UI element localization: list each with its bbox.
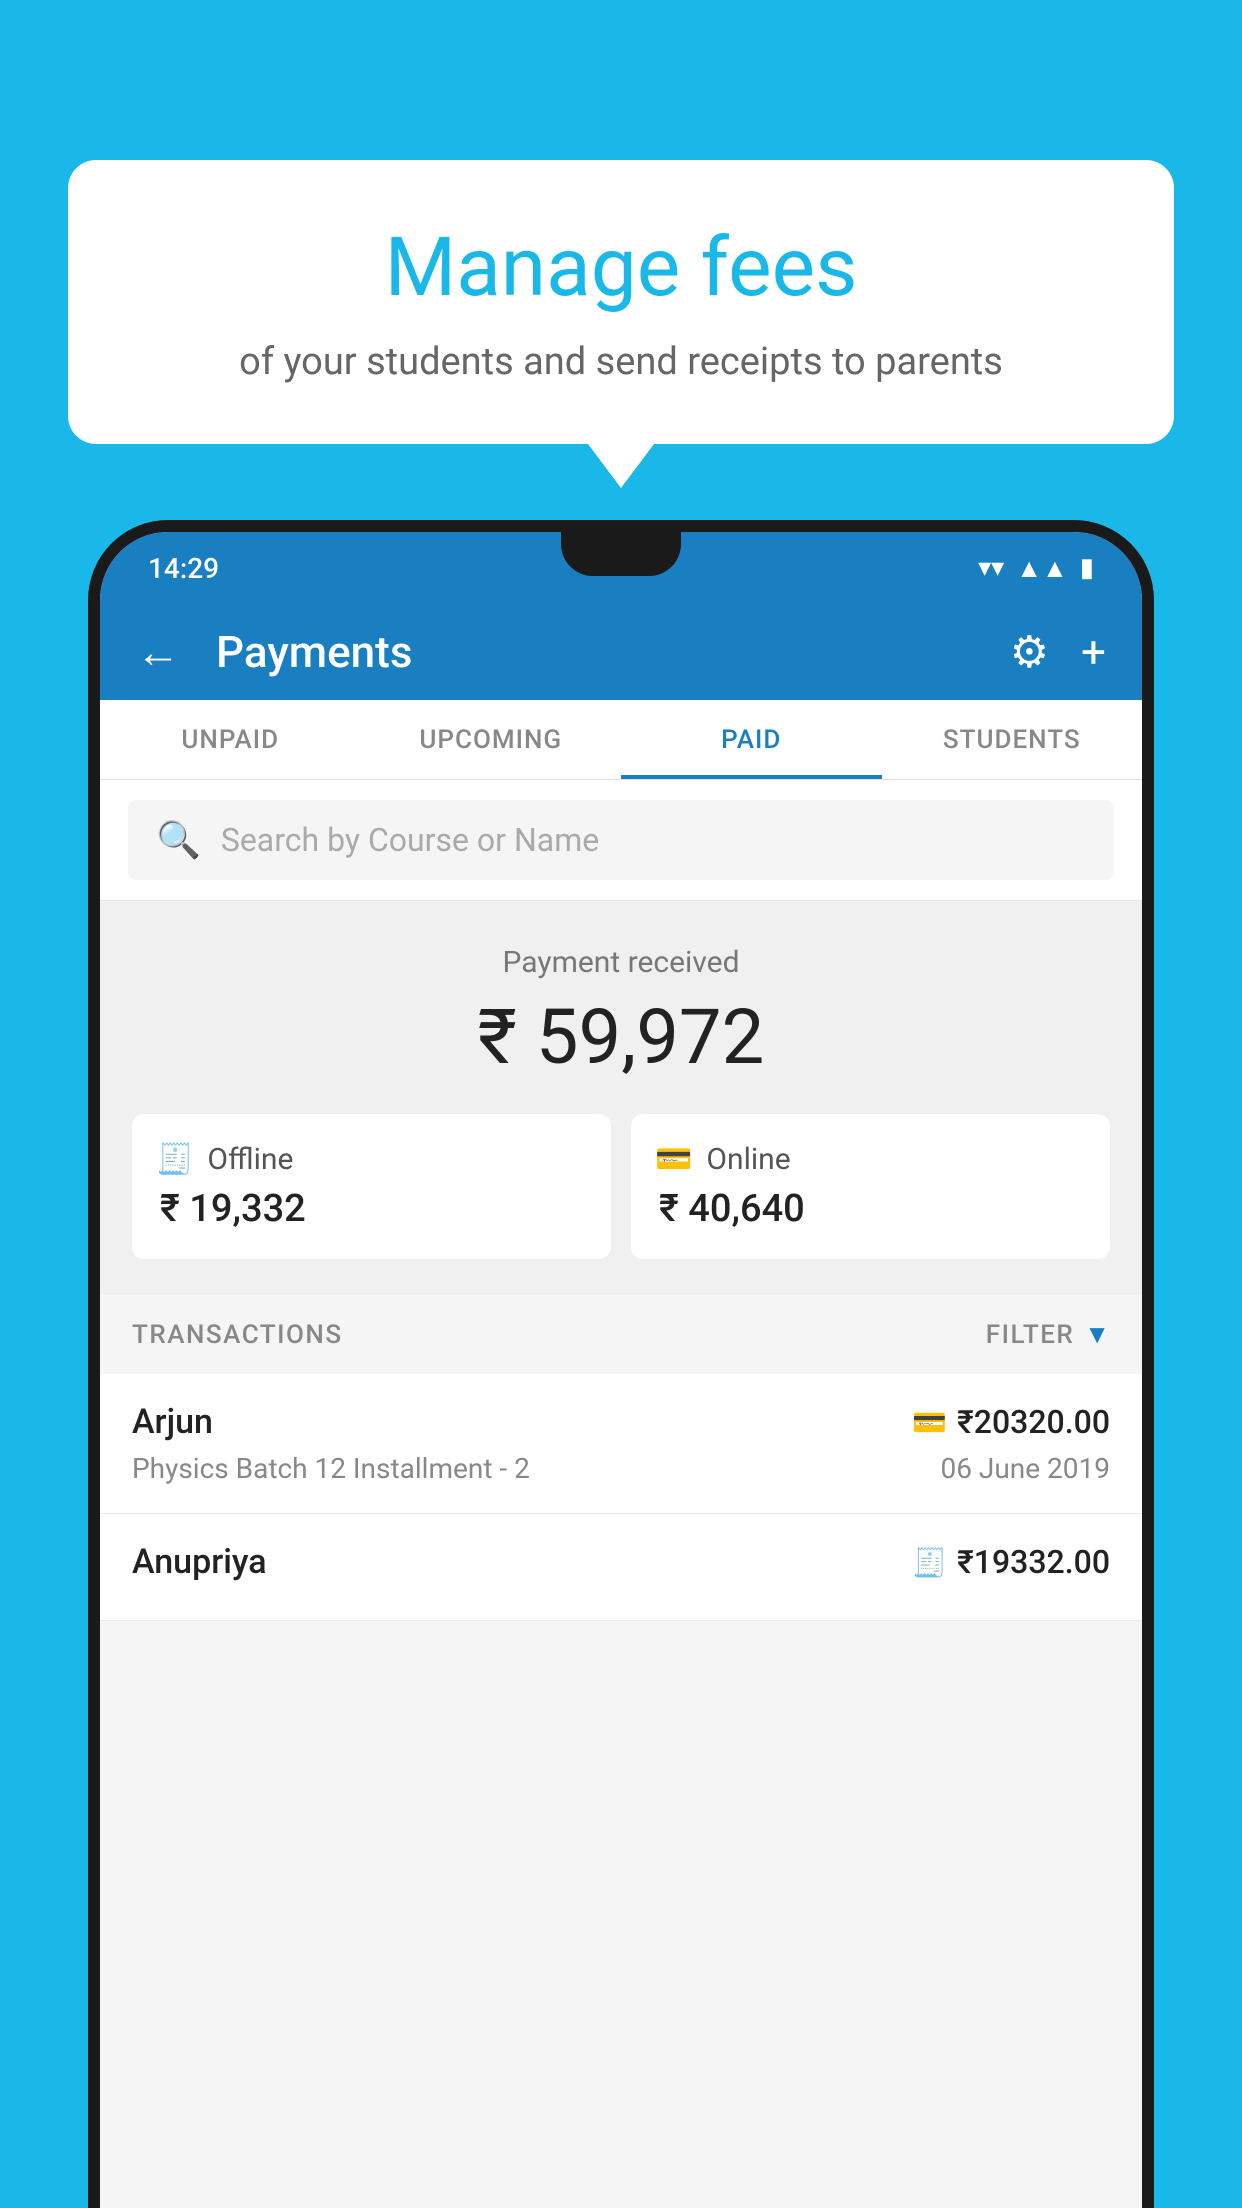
search-input[interactable]: Search by Course or Name <box>221 821 599 859</box>
filter-icon: ▼ <box>1084 1319 1110 1350</box>
offline-card: 🧾 Offline ₹ 19,332 <box>132 1114 611 1259</box>
top-bar-icons: ⚙ + <box>1010 626 1106 678</box>
payment-cards: 🧾 Offline ₹ 19,332 💳 Online ₹ 40,640 <box>132 1114 1110 1259</box>
online-amount: ₹ 40,640 <box>659 1187 1086 1231</box>
online-payment-icon: 💳 <box>912 1406 947 1439</box>
transaction-amount-area: 🧾 ₹19332.00 <box>912 1543 1110 1581</box>
transaction-name: Arjun <box>132 1402 213 1442</box>
tab-students[interactable]: STUDENTS <box>882 700 1143 779</box>
transaction-name: Anupriya <box>132 1542 267 1582</box>
transaction-row-bottom: Physics Batch 12 Installment - 2 06 June… <box>132 1452 1110 1485</box>
status-icons: ▾▾ ▲▲ ▮ <box>978 553 1094 584</box>
search-container: 🔍 Search by Course or Name <box>100 780 1142 901</box>
status-bar: 14:29 ▾▾ ▲▲ ▮ <box>100 532 1142 604</box>
add-icon[interactable]: + <box>1081 626 1106 678</box>
phone-frame: 14:29 ▾▾ ▲▲ ▮ ← Payments ⚙ + UNPAID UPCO… <box>88 520 1154 2208</box>
payment-summary: Payment received ₹ 59,972 🧾 Offline ₹ 19… <box>100 901 1142 1295</box>
tab-unpaid[interactable]: UNPAID <box>100 700 361 779</box>
transaction-amount: ₹20320.00 <box>957 1403 1110 1441</box>
offline-icon: 🧾 <box>156 1142 193 1177</box>
payment-total-amount: ₹ 59,972 <box>132 992 1110 1082</box>
offline-card-header: 🧾 Offline <box>156 1142 587 1177</box>
offline-label: Offline <box>207 1142 293 1177</box>
page-title: Payments <box>216 626 986 678</box>
transaction-amount: ₹19332.00 <box>957 1543 1110 1581</box>
transaction-row-top: Arjun 💳 ₹20320.00 <box>132 1402 1110 1442</box>
tabs: UNPAID UPCOMING PAID STUDENTS <box>100 700 1142 780</box>
tab-paid[interactable]: PAID <box>621 700 882 779</box>
search-icon: 🔍 <box>156 819 201 861</box>
tab-upcoming[interactable]: UPCOMING <box>361 700 622 779</box>
transactions-label: TRANSACTIONS <box>132 1320 343 1350</box>
filter-area[interactable]: FILTER ▼ <box>986 1319 1110 1350</box>
status-time: 14:29 <box>148 552 219 585</box>
transaction-row[interactable]: Arjun 💳 ₹20320.00 Physics Batch 12 Insta… <box>100 1374 1142 1514</box>
settings-icon[interactable]: ⚙ <box>1010 626 1049 678</box>
online-icon: 💳 <box>655 1142 692 1177</box>
online-label: Online <box>706 1142 790 1177</box>
phone-notch <box>561 532 681 576</box>
bubble-title: Manage fees <box>148 220 1094 316</box>
offline-amount: ₹ 19,332 <box>160 1187 587 1231</box>
filter-label: FILTER <box>986 1320 1074 1350</box>
online-card-header: 💳 Online <box>655 1142 1086 1177</box>
back-button[interactable]: ← <box>136 626 180 678</box>
transaction-description: Physics Batch 12 Installment - 2 <box>132 1452 530 1485</box>
transaction-row-top: Anupriya 🧾 ₹19332.00 <box>132 1542 1110 1582</box>
phone-screen: 14:29 ▾▾ ▲▲ ▮ ← Payments ⚙ + UNPAID UPCO… <box>100 532 1142 2208</box>
transactions-header: TRANSACTIONS FILTER ▼ <box>100 1295 1142 1374</box>
transaction-row[interactable]: Anupriya 🧾 ₹19332.00 <box>100 1514 1142 1621</box>
search-bar[interactable]: 🔍 Search by Course or Name <box>128 800 1114 880</box>
wifi-icon: ▾▾ <box>978 553 1004 583</box>
payment-received-label: Payment received <box>132 945 1110 980</box>
offline-payment-icon: 🧾 <box>912 1546 947 1579</box>
speech-bubble: Manage fees of your students and send re… <box>68 160 1174 444</box>
top-bar: ← Payments ⚙ + <box>100 604 1142 700</box>
transaction-date: 06 June 2019 <box>940 1452 1110 1485</box>
signal-icon: ▲▲ <box>1016 553 1067 584</box>
battery-icon: ▮ <box>1080 553 1094 583</box>
online-card: 💳 Online ₹ 40,640 <box>631 1114 1110 1259</box>
transaction-amount-area: 💳 ₹20320.00 <box>912 1403 1110 1441</box>
bubble-subtitle: of your students and send receipts to pa… <box>148 340 1094 384</box>
speech-bubble-container: Manage fees of your students and send re… <box>68 160 1174 444</box>
